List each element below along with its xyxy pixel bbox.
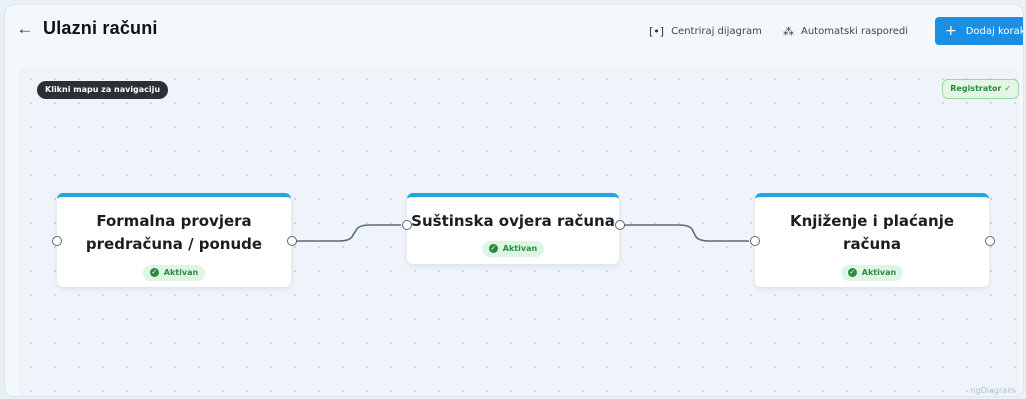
header: ← Ulazni računi [•] Centriraj dijagram ⁂… bbox=[5, 5, 1023, 55]
node-title-line: računa bbox=[843, 235, 901, 253]
input-port[interactable] bbox=[402, 220, 412, 230]
add-step-button[interactable]: + Dodaj korak bbox=[935, 17, 1024, 45]
status-badge: ✓ Aktivan bbox=[481, 240, 545, 257]
page-title: Ulazni računi bbox=[43, 18, 158, 38]
output-port[interactable] bbox=[287, 236, 297, 246]
step-node-booking-payment[interactable]: Knjiženje i plaćanje računa ✓ Aktivan bbox=[755, 193, 989, 287]
focus-icon: [•] bbox=[649, 24, 665, 38]
edge-1-2 bbox=[295, 224, 401, 242]
node-title-line: Formalna provjera bbox=[96, 212, 252, 230]
plus-icon: + bbox=[945, 23, 957, 39]
auto-layout-label: Automatski rasporedi bbox=[801, 25, 909, 37]
status-badge: ✓ Aktivan bbox=[840, 264, 904, 281]
step-node-formal-check[interactable]: Formalna provjera predračuna / ponude ✓ … bbox=[57, 193, 291, 287]
layout-icon: ⁂ bbox=[783, 24, 794, 38]
add-step-label: Dodaj korak bbox=[965, 25, 1024, 37]
node-title-line: Suštinska ovjera računa bbox=[411, 212, 615, 230]
center-diagram-label: Centriraj dijagram bbox=[671, 25, 762, 37]
step-node-substantive-verification[interactable]: Suštinska ovjera računa ✓ Aktivan bbox=[407, 193, 619, 264]
check-icon: ✓ bbox=[847, 268, 857, 277]
input-port[interactable] bbox=[750, 236, 760, 246]
status-label: Aktivan bbox=[163, 268, 199, 277]
output-port[interactable] bbox=[615, 220, 625, 230]
node-title-line: predračuna / ponude bbox=[85, 235, 263, 253]
node-title-line: Knjiženje i plaćanje bbox=[789, 212, 955, 230]
center-diagram-button[interactable]: [•] Centriraj dijagram bbox=[647, 17, 769, 45]
watermark: ngDiagram bbox=[970, 386, 1016, 395]
app-window: ← Ulazni računi [•] Centriraj dijagram ⁂… bbox=[4, 4, 1024, 397]
check-icon: ✓ bbox=[488, 244, 498, 253]
output-port[interactable] bbox=[985, 236, 995, 246]
check-icon: ✓ bbox=[149, 268, 159, 277]
status-label: Aktivan bbox=[861, 268, 897, 277]
diagram-canvas[interactable]: Klikni mapu za navigaciju Registrator ✓ … bbox=[19, 67, 1019, 396]
status-badge: ✓ Aktivan bbox=[142, 264, 206, 281]
status-label: Aktivan bbox=[502, 244, 538, 253]
back-arrow-icon[interactable]: ← bbox=[15, 19, 35, 39]
auto-layout-button[interactable]: ⁂ Automatski rasporedi bbox=[783, 17, 933, 45]
edge-2-3 bbox=[623, 224, 749, 242]
input-port[interactable] bbox=[52, 236, 62, 246]
